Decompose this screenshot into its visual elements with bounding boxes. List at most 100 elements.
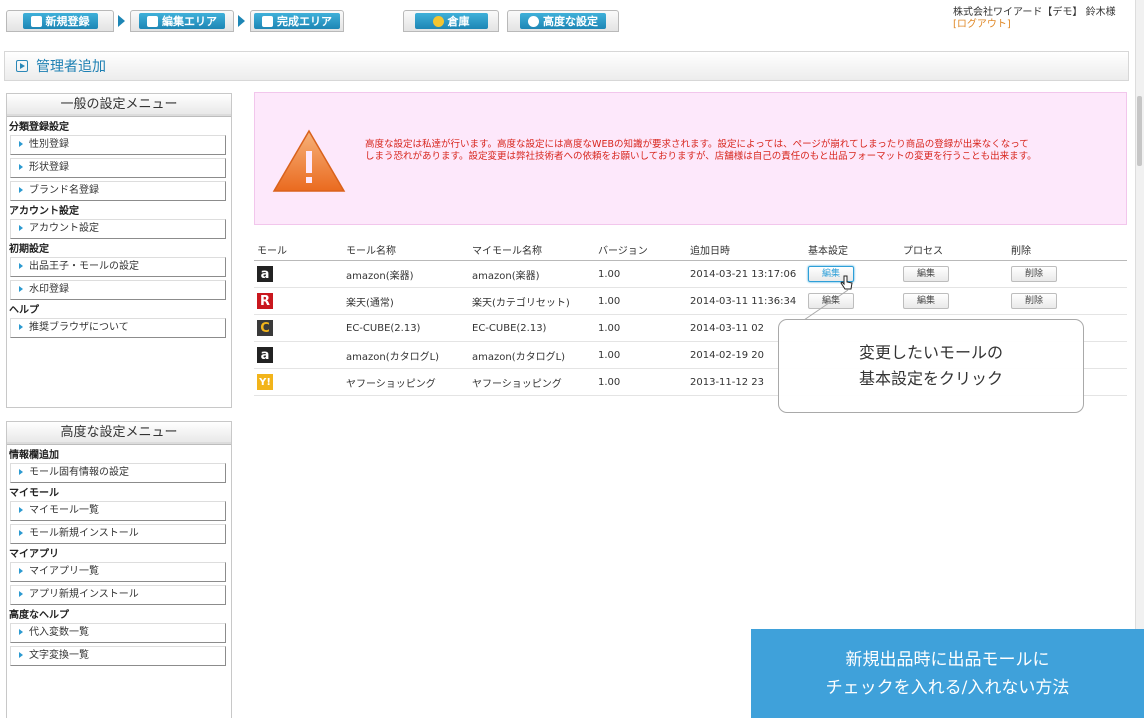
arrow-icon — [19, 507, 23, 513]
advanced-settings-menu: 高度な設定メニュー 情報欄追加 モール固有情報の設定 マイモール マイモール一覧… — [6, 421, 232, 718]
menu-section-label: ヘルプ — [9, 305, 39, 316]
instruction-callout: 変更したいモールの 基本設定をクリック — [778, 319, 1084, 413]
menu-section-label: 分類登録設定 — [9, 122, 69, 133]
mall-name: ヤフーショッピング — [343, 368, 469, 396]
tree-icon — [262, 15, 273, 27]
delete-button[interactable]: 削除 — [1011, 293, 1057, 309]
delete-button[interactable]: 削除 — [1011, 266, 1057, 282]
arrow-icon — [19, 591, 23, 597]
arrow-icon — [19, 530, 23, 536]
menu-section-label: アカウント設定 — [9, 206, 79, 217]
pencil-icon — [30, 15, 42, 27]
mall-name: amazon(楽器) — [343, 260, 469, 288]
menu-item-brand[interactable]: ブランド名登録 — [10, 181, 226, 201]
menu-title: 高度な設定メニュー — [7, 422, 231, 445]
version: 1.00 — [595, 287, 687, 315]
column-header: プロセス — [900, 238, 1008, 261]
menu-item-shape[interactable]: 形状登録 — [10, 158, 226, 178]
menu-item-account[interactable]: アカウント設定 — [10, 219, 226, 239]
yahoo-logo: Y! — [257, 374, 273, 390]
warning-text: 高度な設定は私達が行います。高度な設定には高度なWEBの知識が要求されます。設定… — [365, 139, 1037, 162]
ec-cube-logo: C — [257, 320, 273, 336]
arrow-icon — [19, 141, 23, 147]
table-row: R 楽天(通常) 楽天(カテゴリセット) 1.00 2014-03-11 11:… — [254, 287, 1127, 315]
arrow-icon — [19, 187, 23, 193]
menu-title: 一般の設定メニュー — [7, 94, 231, 117]
menu-item-browser[interactable]: 推奨ブラウザについて — [10, 318, 226, 338]
version: 1.00 — [595, 368, 687, 396]
menu-section-label: 高度なヘルプ — [9, 610, 69, 621]
my-mall-name: amazon(楽器) — [469, 260, 595, 288]
column-header: モール — [254, 238, 343, 261]
warning-icon — [272, 129, 346, 192]
table-row: a amazon(楽器) amazon(楽器) 1.00 2014-03-21 … — [254, 260, 1127, 290]
scrollbar-thumb[interactable] — [1137, 96, 1142, 166]
chevron-right-icon — [238, 15, 245, 27]
my-mall-name: 楽天(カテゴリセット) — [469, 287, 595, 315]
box-icon — [432, 15, 444, 27]
mall-name: amazon(カタログL) — [343, 341, 469, 369]
tab-new-registration[interactable]: 新規登録 — [6, 10, 114, 32]
menu-item-watermark[interactable]: 水印登録 — [10, 280, 226, 300]
scrollbar[interactable] — [1135, 0, 1144, 718]
arrow-icon — [19, 629, 23, 635]
column-header: 追加日時 — [687, 238, 805, 261]
user-name: 株式会社ワイアード【デモ】 鈴木様 — [953, 7, 1116, 18]
arrow-icon — [19, 286, 23, 292]
play-icon — [16, 60, 28, 72]
tab-complete-area[interactable]: 完成エリア — [250, 10, 344, 32]
chevron-right-icon — [118, 15, 125, 27]
user-info: 株式会社ワイアード【デモ】 鈴木様 [ログアウト] — [953, 7, 1116, 31]
amazon-logo: a — [257, 347, 273, 363]
menu-section-label: マイアプリ — [9, 549, 59, 560]
warning-box: 高度な設定は私達が行います。高度な設定には高度なWEBの知識が要求されます。設定… — [254, 92, 1127, 225]
added-date: 2014-03-21 13:17:06 — [687, 260, 805, 288]
menu-item-mymall-list[interactable]: マイモール一覧 — [10, 501, 226, 521]
rakuten-logo: R — [257, 293, 273, 309]
my-mall-name: EC-CUBE(2.13) — [469, 314, 595, 342]
mall-name: EC-CUBE(2.13) — [343, 314, 469, 342]
gear-icon — [528, 15, 539, 27]
arrow-icon — [19, 652, 23, 658]
process-edit-button[interactable]: 編集 — [903, 293, 949, 309]
added-date: 2014-03-11 11:36:34 — [687, 287, 805, 315]
logout-link[interactable]: [ログアウト] — [953, 19, 1116, 31]
amazon-logo: a — [257, 266, 273, 282]
menu-item-mall-settings[interactable]: 出品王子・モールの設定 — [10, 257, 226, 277]
list-icon — [147, 15, 158, 27]
column-header: マイモール名称 — [469, 238, 595, 261]
general-settings-menu: 一般の設定メニュー 分類登録設定 性別登録 形状登録 ブランド名登録 アカウント… — [6, 93, 232, 408]
menu-item-mall-install[interactable]: モール新規インストール — [10, 524, 226, 544]
menu-item-app-install[interactable]: アプリ新規インストール — [10, 585, 226, 605]
menu-section-label: 初期設定 — [9, 244, 49, 255]
version: 1.00 — [595, 314, 687, 342]
top-navigation: 新規登録 編集エリア 完成エリア 倉庫 高度な設定 株式会社ワイアード【デモ】 … — [0, 0, 1144, 40]
process-edit-button[interactable]: 編集 — [903, 266, 949, 282]
page-title-bar: 管理者追加 — [4, 51, 1129, 81]
version: 1.00 — [595, 260, 687, 288]
arrow-icon — [19, 469, 23, 475]
arrow-icon — [19, 164, 23, 170]
tutorial-banner: 新規出品時に出品モールに チェックを入れる/入れない方法 — [751, 629, 1144, 718]
tab-warehouse[interactable]: 倉庫 — [403, 10, 499, 32]
menu-item-myapp-list[interactable]: マイアプリ一覧 — [10, 562, 226, 582]
arrow-icon — [19, 263, 23, 269]
arrow-icon — [19, 324, 23, 330]
menu-section-label: マイモール — [9, 488, 59, 499]
column-header: 基本設定 — [805, 238, 900, 261]
menu-item-mall-info[interactable]: モール固有情報の設定 — [10, 463, 226, 483]
my-mall-name: ヤフーショッピング — [469, 368, 595, 396]
page-title: 管理者追加 — [36, 59, 106, 75]
tab-advanced-settings[interactable]: 高度な設定 — [507, 10, 619, 32]
column-header: 削除 — [1008, 238, 1127, 261]
menu-section-label: 情報欄追加 — [9, 450, 59, 461]
column-header: モール名称 — [343, 238, 469, 261]
menu-item-char-convert[interactable]: 文字変換一覧 — [10, 646, 226, 666]
menu-item-gender[interactable]: 性別登録 — [10, 135, 226, 155]
column-header: バージョン — [595, 238, 687, 261]
table-header-row: モール モール名称 マイモール名称 バージョン 追加日時 基本設定 プロセス 削… — [254, 238, 1127, 261]
tab-edit-area[interactable]: 編集エリア — [130, 10, 234, 32]
arrow-icon — [19, 568, 23, 574]
version: 1.00 — [595, 341, 687, 369]
menu-item-variables[interactable]: 代入変数一覧 — [10, 623, 226, 643]
